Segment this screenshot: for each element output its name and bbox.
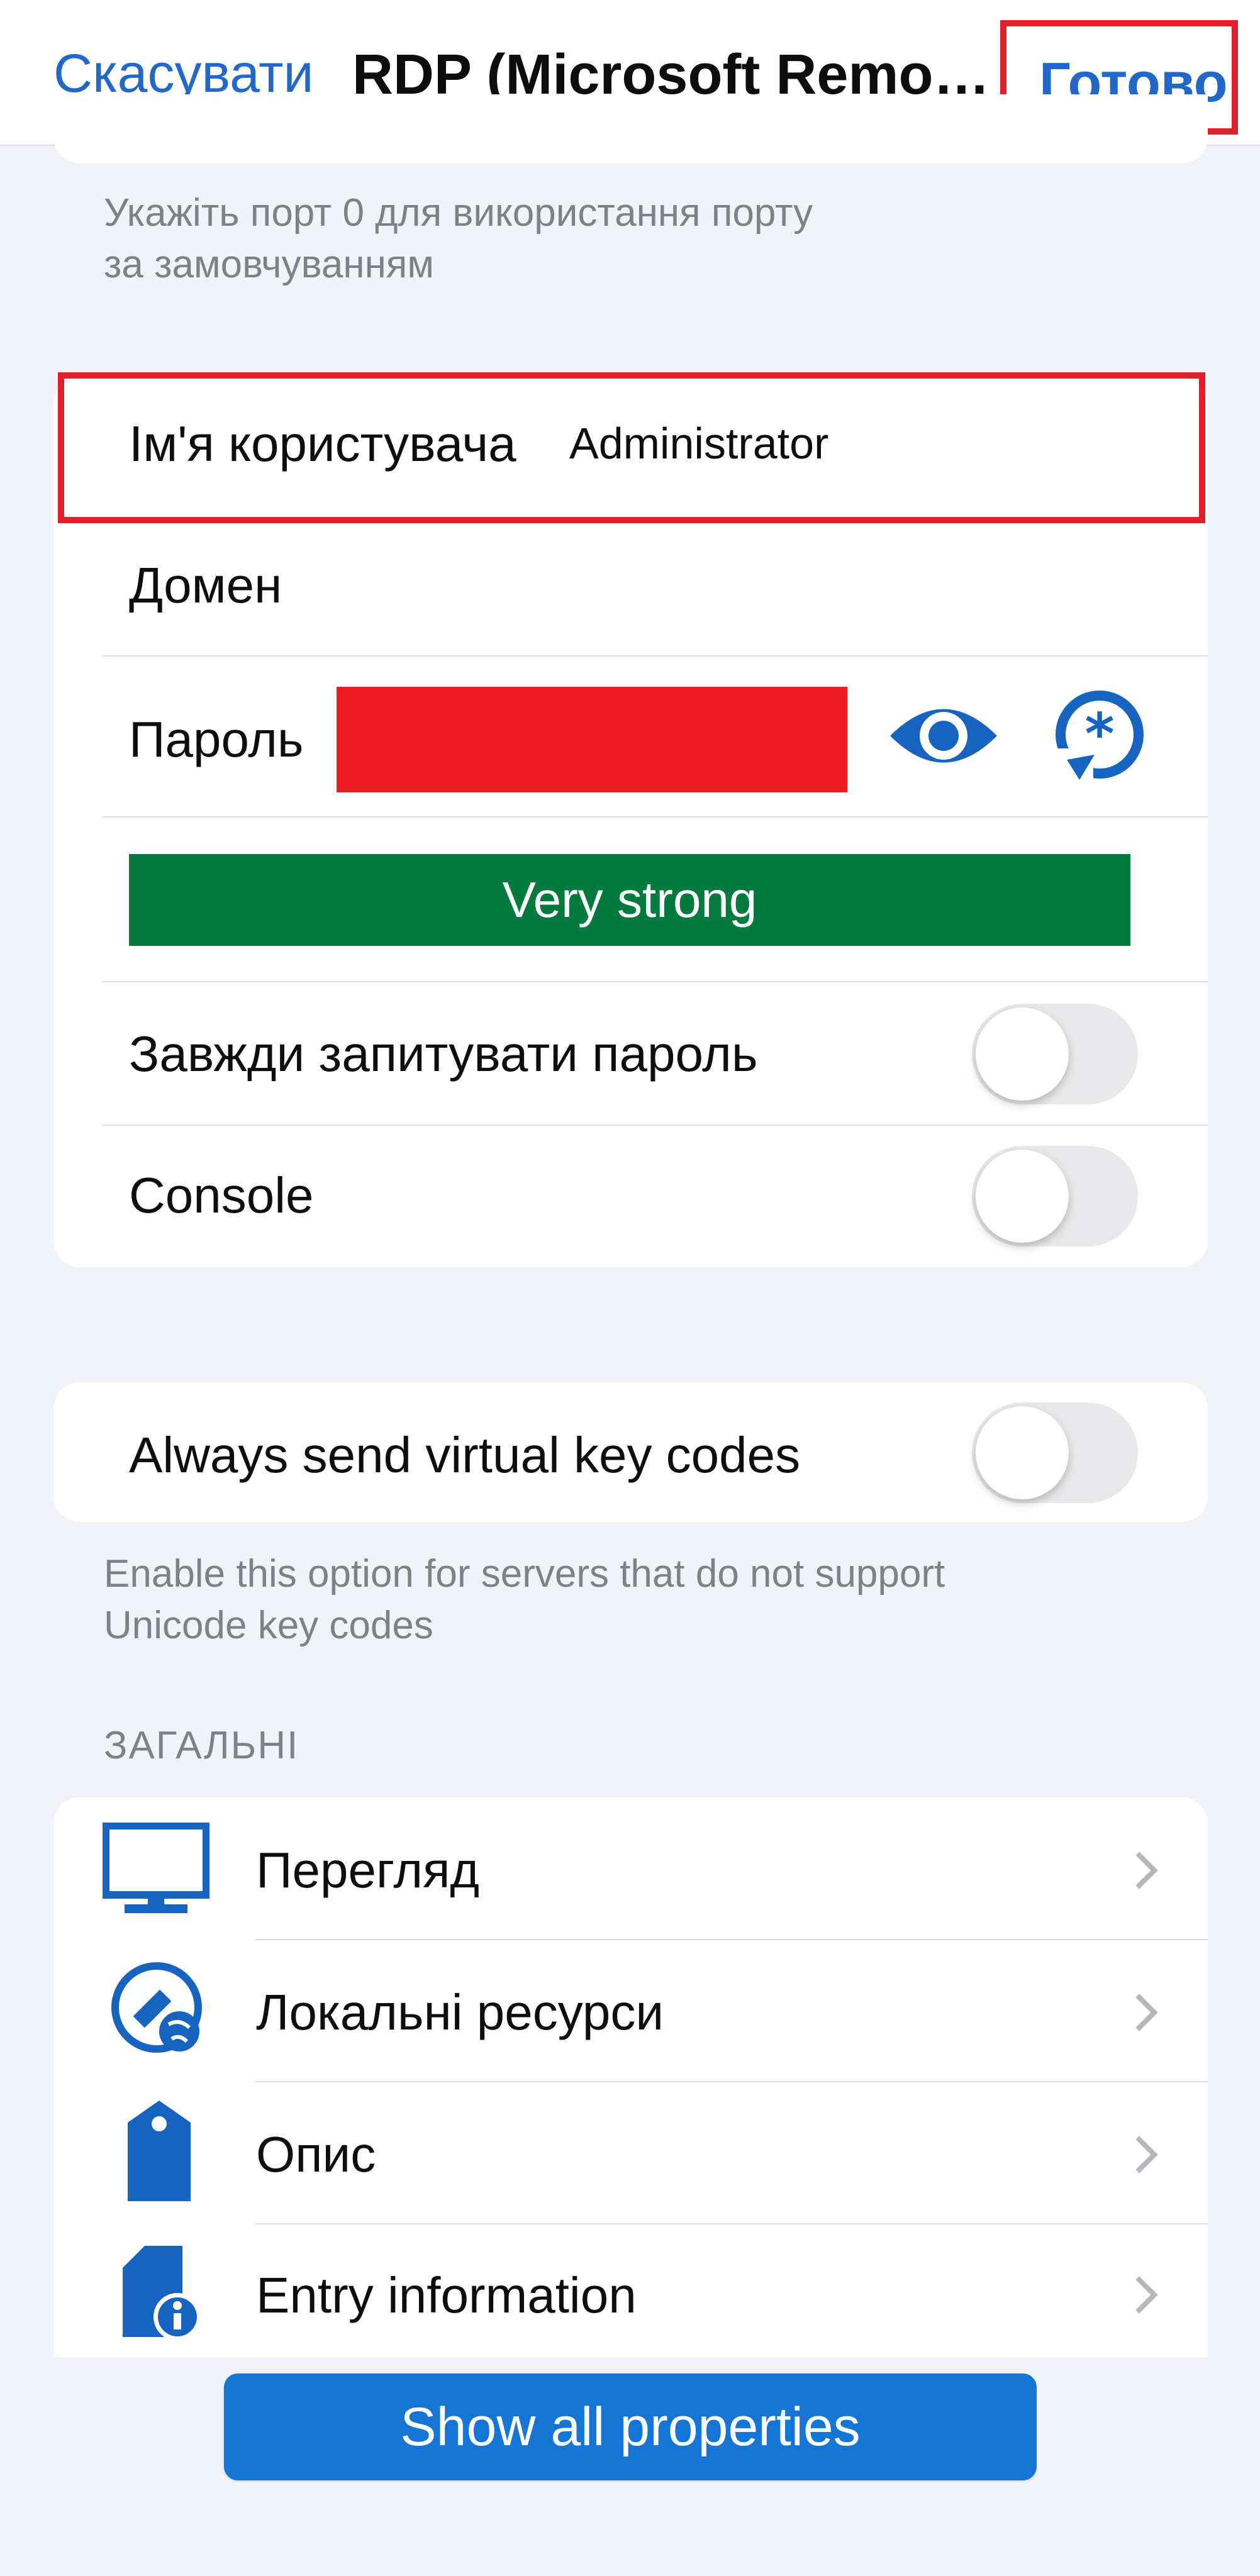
tag-icon: [121, 2097, 197, 2207]
console-label: Console: [129, 1167, 314, 1223]
divider: [103, 981, 1208, 982]
console-toggle[interactable]: [972, 1146, 1138, 1246]
toggle-knob: [976, 1008, 1069, 1101]
show-password-eye-icon[interactable]: [887, 695, 1000, 777]
previous-card-edge: [53, 94, 1208, 164]
password-strength-bar: Very strong: [129, 854, 1130, 946]
divider: [103, 816, 1208, 818]
show-all-properties-button[interactable]: Show all properties: [224, 2373, 1037, 2480]
general-item-view[interactable]: Перегляд: [53, 1797, 1208, 1940]
chevron-right-icon: [1120, 2136, 1158, 2174]
monitor-icon: [102, 1822, 210, 1920]
port-note: Укажіть порт 0 для використання порту за…: [104, 191, 813, 286]
divider: [103, 655, 1208, 657]
virtual-keys-note: Enable this option for servers that do n…: [104, 1552, 945, 1647]
chevron-right-icon: [1120, 1852, 1158, 1889]
always-ask-password-toggle[interactable]: [972, 1004, 1138, 1104]
general-item-label: Локальні ресурси: [256, 1984, 664, 2040]
chevron-right-icon: [1120, 2276, 1158, 2314]
chevron-right-icon: [1120, 1994, 1158, 2031]
password-field-redacted[interactable]: [337, 687, 847, 792]
password-label: Пароль: [129, 711, 304, 767]
general-section-header: ЗАГАЛЬНІ: [104, 1724, 299, 1767]
always-ask-password-label: Завжди запитувати пароль: [129, 1026, 758, 1082]
general-item-label: Перегляд: [256, 1842, 480, 1898]
general-item-description[interactable]: Опис: [53, 2082, 1208, 2224]
document-info-icon: [120, 2243, 201, 2346]
toggle-knob: [976, 1406, 1069, 1499]
domain-field[interactable]: [352, 541, 1189, 635]
domain-label: Домен: [129, 557, 282, 613]
divider: [103, 1124, 1208, 1126]
local-resources-icon: [109, 1958, 209, 2062]
virtual-keys-label: Always send virtual key codes: [129, 1427, 801, 1483]
general-item-label: Опис: [256, 2126, 376, 2182]
general-item-label: Entry information: [256, 2267, 637, 2323]
general-item-entry-information[interactable]: Entry information: [53, 2224, 1208, 2357]
toggle-knob: [976, 1150, 1069, 1243]
svg-text:*: *: [1084, 701, 1114, 767]
generate-password-icon[interactable]: *: [1049, 686, 1150, 786]
virtual-keys-toggle[interactable]: [972, 1402, 1138, 1503]
general-item-local-resources[interactable]: Локальні ресурси: [53, 1940, 1208, 2082]
username-highlight: [58, 372, 1205, 523]
